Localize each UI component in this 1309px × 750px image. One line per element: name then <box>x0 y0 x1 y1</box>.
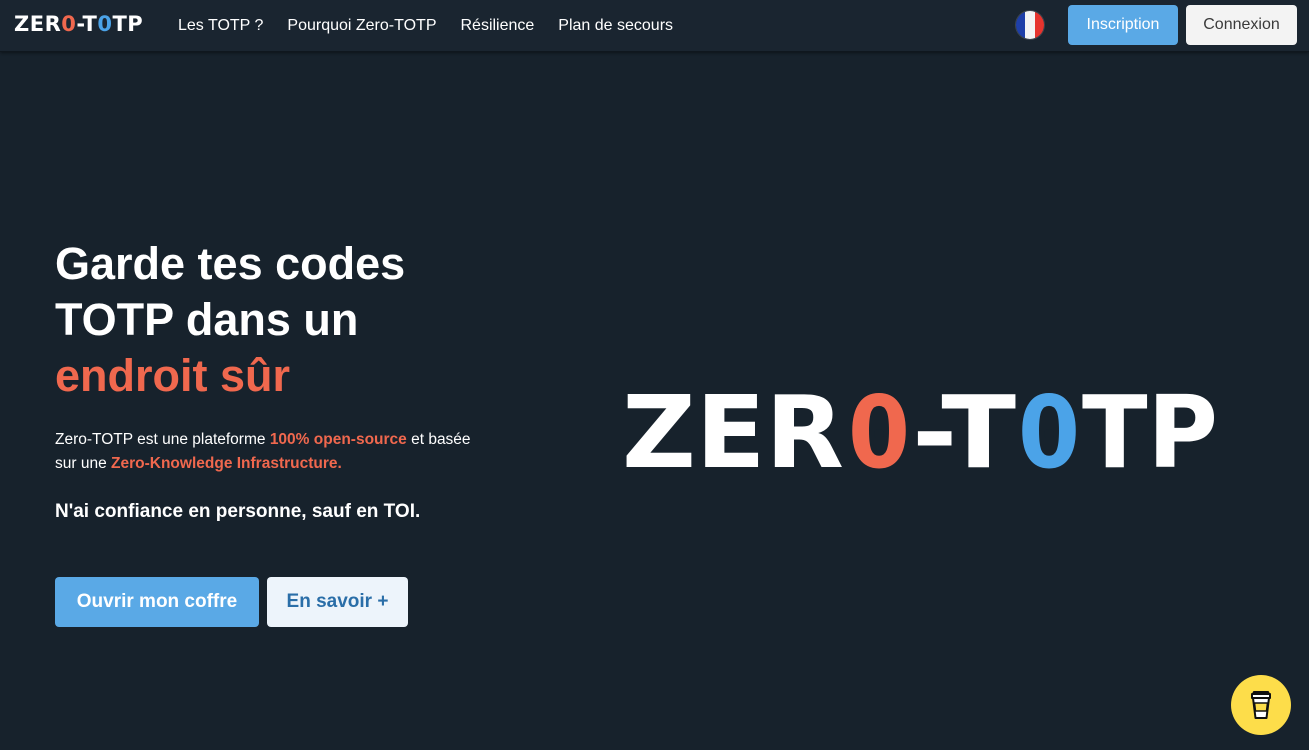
hero-title: Garde tes codes TOTP dans un endroit sûr <box>55 236 495 404</box>
brand-text-o-red: 0 <box>61 12 77 36</box>
nav-link-backup-plan[interactable]: Plan de secours <box>546 17 685 35</box>
france-flag-icon[interactable] <box>1016 11 1044 39</box>
navbar: ZER 0 -T 0 TP Les TOTP ? Pourquoi Zero-TOTP … <box>0 0 1309 52</box>
learn-more-button[interactable]: En savoir + <box>267 577 408 627</box>
nav-link-why[interactable]: Pourquoi Zero-TOTP <box>275 17 448 35</box>
brand-text-o-blue: 0 <box>97 12 113 36</box>
nav-link-totp[interactable]: Les TOTP ? <box>166 17 275 35</box>
login-button[interactable]: Connexion <box>1186 5 1297 45</box>
hero-title-accent: endroit sûr <box>55 350 291 401</box>
coffee-cup-icon[interactable] <box>1231 675 1291 735</box>
brand-text-zer: ZER <box>14 12 62 36</box>
hero-desc-highlight-zk: Zero-Knowledge Infrastructure. <box>111 455 342 472</box>
hero-title-line1: Garde tes codes <box>55 238 406 289</box>
big-logo-dash-t: -T <box>912 380 1016 480</box>
brand-text-tp: TP <box>112 12 144 36</box>
hero-tagline: N'ai confiance en personne, sauf en TOI. <box>55 501 421 522</box>
zero-totp-big-logo: ZER 0 -T 0 TP <box>622 380 1218 480</box>
big-logo-tp: TP <box>1082 380 1218 480</box>
open-vault-button[interactable]: Ouvrir mon coffre <box>55 577 259 627</box>
big-logo-zer: ZER <box>622 380 844 480</box>
brand-logo[interactable]: ZER 0 -T 0 TP <box>14 12 143 36</box>
hero-desc-highlight-opensource: 100% open-source <box>269 431 407 448</box>
brand-text-dash-t: -T <box>76 12 98 36</box>
hero-description: Zero-TOTP est une plateforme 100% open-s… <box>55 428 475 476</box>
hero-title-line2: TOTP dans un <box>55 294 359 345</box>
signup-button[interactable]: Inscription <box>1068 5 1178 45</box>
hero-desc-text1: Zero-TOTP est une plateforme <box>55 431 270 448</box>
nav-links: Les TOTP ? Pourquoi Zero-TOTP Résilience… <box>166 0 685 52</box>
coffee-cup-glyph <box>1251 691 1271 719</box>
nav-link-resilience[interactable]: Résilience <box>448 17 546 35</box>
